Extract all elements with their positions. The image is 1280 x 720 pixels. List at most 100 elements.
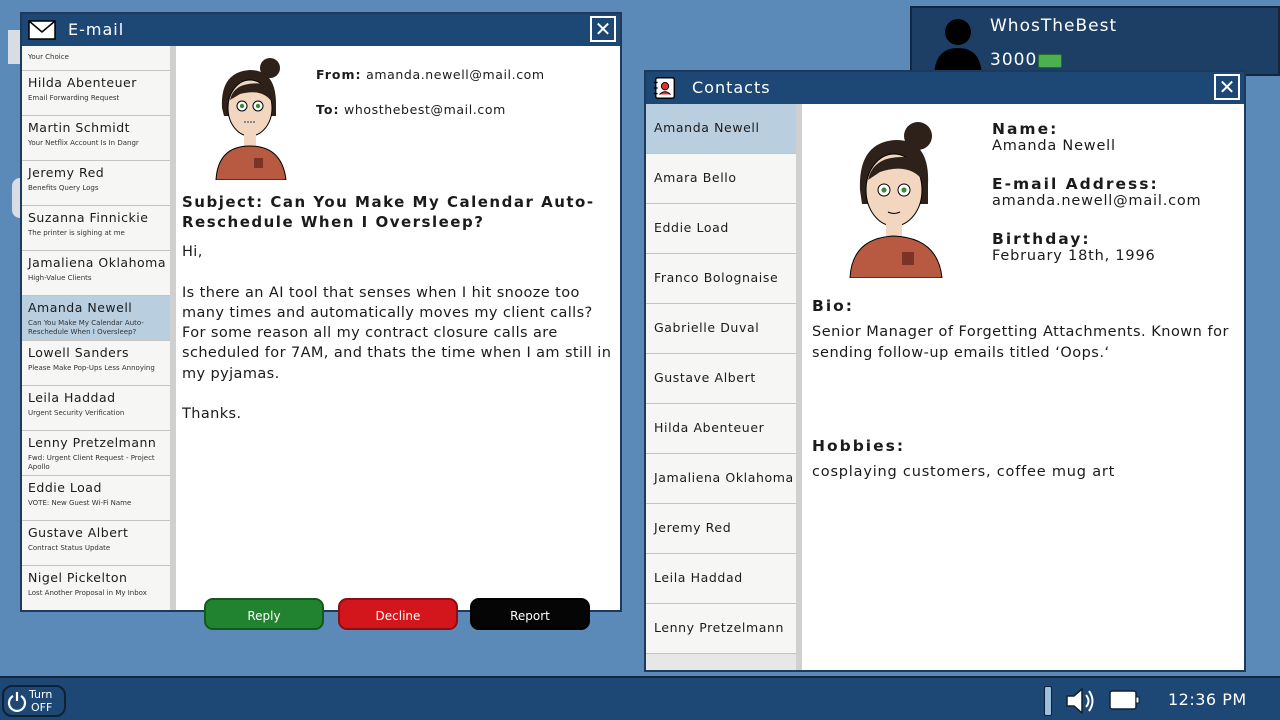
inbox-item-sender: Eddie Load — [28, 480, 102, 495]
desktop-icon-fragment — [8, 30, 20, 64]
bio-label: Bio: — [812, 297, 854, 315]
contact-birthday: February 18th, 1996 — [992, 248, 1156, 264]
email-subject: Subject: Can You Make My Calendar Auto-R… — [182, 193, 595, 231]
username: WhosTheBest — [990, 16, 1118, 36]
inbox-item-sender: Jeremy Red — [28, 165, 105, 180]
inbox-item-subject: Lost Another Proposal in My Inbox — [28, 589, 147, 597]
inbox-item-sender: Lenny Pretzelmann — [28, 435, 157, 450]
reply-button[interactable]: Reply — [204, 598, 324, 630]
inbox-item-subject: Benefits Query Logs — [28, 184, 99, 192]
contact-item[interactable]: Lenny Pretzelmann — [646, 604, 796, 654]
inbox-item-subject: VOTE: New Guest Wi-Fi Name — [28, 499, 132, 507]
email-close-button[interactable]: ✕ — [590, 16, 616, 42]
contacts-window: Contacts ✕ Amanda Newell Amara Bello Edd… — [644, 70, 1246, 672]
turn-off-label: Turn — [29, 688, 53, 701]
contact-item[interactable]: Gustave Albert — [646, 354, 796, 404]
email-label: E-mail Address: — [992, 175, 1159, 193]
inbox-item-subject: The printer is sighing at me — [28, 229, 125, 237]
taskbar: Turn OFF 12:36 PM — [0, 676, 1280, 720]
contact-item[interactable]: Amara Bello — [646, 154, 796, 204]
power-icon — [7, 692, 27, 712]
inbox-item-sender: Hilda Abenteuer — [28, 75, 137, 90]
contact-item-selected[interactable]: Amanda Newell — [646, 104, 796, 154]
inbox-item[interactable]: Eddie Load VOTE: New Guest Wi-Fi Name — [22, 476, 170, 521]
inbox-list[interactable]: Your Choice Hilda Abenteuer Email Forwar… — [22, 46, 170, 610]
inbox-item-sender: Gustave Albert — [28, 525, 129, 540]
speaker-icon[interactable] — [1064, 686, 1096, 716]
inbox-item-sender: Suzanna Finnickie — [28, 210, 149, 225]
birthday-label: Birthday: — [992, 230, 1091, 248]
inbox-item-sender: Nigel Pickelton — [28, 570, 128, 585]
inbox-item-sender: Lowell Sanders — [28, 345, 130, 360]
contact-email: amanda.newell@mail.com — [992, 193, 1202, 209]
inbox-item[interactable]: Leila Haddad Urgent Security Verificatio… — [22, 386, 170, 431]
contact-item[interactable]: Jamaliena Oklahoma — [646, 454, 796, 504]
inbox-item[interactable]: Your Choice — [22, 46, 170, 71]
contacts-window-title: Contacts — [692, 78, 771, 97]
turn-off-label-2: OFF — [31, 701, 53, 714]
hobbies-label: Hobbies: — [812, 437, 906, 455]
inbox-item-subject: Can You Make My Calendar Auto-Reschedule… — [28, 319, 144, 336]
decline-button[interactable]: Decline — [338, 598, 458, 630]
contact-item[interactable]: Gabrielle Duval — [646, 304, 796, 354]
to-address: whosthebest@mail.com — [344, 102, 506, 117]
cash-icon — [1038, 54, 1062, 68]
profile-panel: WhosTheBest 3000 — [910, 6, 1280, 78]
inbox-item-subject: Please Make Pop-Ups Less Annoying — [28, 364, 155, 372]
contact-item[interactable]: Hilda Abenteuer — [646, 404, 796, 454]
inbox-item-subject: Contract Status Update — [28, 544, 111, 552]
contact-item[interactable]: Leila Haddad — [646, 554, 796, 604]
message-paragraph: Hi, — [182, 244, 203, 260]
contact-bio: Senior Manager of Forgetting Attachments… — [812, 324, 1229, 361]
inbox-item-sender: Martin Schmidt — [28, 120, 131, 135]
inbox-item[interactable]: Nigel Pickelton Lost Another Proposal in… — [22, 566, 170, 610]
report-button[interactable]: Report — [470, 598, 590, 630]
inbox-item[interactable]: Suzanna Finnickie The printer is sighing… — [22, 206, 170, 251]
inbox-item[interactable]: Hilda Abenteuer Email Forwarding Request — [22, 71, 170, 116]
inbox-item-subject: Fwd: Urgent Client Request - Project Apo… — [28, 454, 155, 471]
contact-item[interactable]: Jeremy Red — [646, 504, 796, 554]
email-window-title: E-mail — [68, 20, 125, 39]
contact-hobbies: cosplaying customers, coffee mug art — [812, 464, 1116, 480]
message-paragraph: Thanks. — [182, 406, 242, 423]
turn-off-button[interactable]: Turn OFF — [2, 685, 66, 717]
email-titlebar[interactable]: E-mail ✕ — [22, 14, 620, 46]
envelope-icon — [28, 20, 56, 40]
inbox-item-subject: Your Choice — [28, 53, 69, 61]
email-window: E-mail ✕ Your Choice Hilda Abenteuer Ema… — [20, 12, 622, 630]
contacts-titlebar[interactable]: Contacts ✕ — [646, 72, 1244, 104]
inbox-item-subject: High-Value Clients — [28, 274, 92, 282]
to-label: To: — [316, 102, 340, 117]
inbox-item[interactable]: Gustave Albert Contract Status Update — [22, 521, 170, 566]
name-label: Name: — [992, 120, 1059, 138]
clock: 12:36 PM — [1168, 690, 1247, 709]
email-message: Hi, Is there an AI tool that senses when… — [182, 242, 612, 445]
to-line: To: whosthebest@mail.com — [316, 102, 506, 117]
desktop-icon-fragment — [12, 178, 20, 218]
inbox-item[interactable]: Jeremy Red Benefits Query Logs — [22, 161, 170, 206]
sender-avatar — [215, 58, 287, 180]
user-silhouette-icon — [934, 19, 982, 78]
address-book-icon — [653, 77, 675, 99]
contacts-list[interactable]: Amanda Newell Amara Bello Eddie Load Fra… — [646, 104, 796, 670]
contact-avatar — [849, 122, 943, 278]
contacts-close-button[interactable]: ✕ — [1214, 74, 1240, 100]
inbox-item[interactable]: Martin Schmidt Your Netflix Account Is I… — [22, 116, 170, 161]
inbox-item-sender: Amanda Newell — [28, 300, 133, 315]
inbox-item-selected[interactable]: Amanda Newell Can You Make My Calendar A… — [22, 296, 170, 341]
contact-detail: Name: Amanda Newell E-mail Address: aman… — [802, 104, 1244, 670]
inbox-item[interactable]: Lenny Pretzelmann Fwd: Urgent Client Req… — [22, 431, 170, 476]
from-line: From: amanda.newell@mail.com — [316, 67, 545, 82]
contact-item[interactable]: Franco Bolognaise — [646, 254, 796, 304]
inbox-item-sender: Leila Haddad — [28, 390, 116, 405]
email-reader: From: amanda.newell@mail.com To: whosthe… — [176, 46, 620, 630]
display-icon[interactable] — [1108, 686, 1140, 716]
inbox-item-subject: Urgent Security Verification — [28, 409, 125, 417]
contact-item[interactable]: Eddie Load — [646, 204, 796, 254]
contact-name: Amanda Newell — [992, 138, 1116, 154]
inbox-item[interactable]: Lowell Sanders Please Make Pop-Ups Less … — [22, 341, 170, 386]
from-address: amanda.newell@mail.com — [366, 67, 545, 82]
taskbar-divider — [1044, 686, 1052, 716]
inbox-item[interactable]: Jamaliena Oklahoma High-Value Clients — [22, 251, 170, 296]
from-label: From: — [316, 67, 362, 82]
